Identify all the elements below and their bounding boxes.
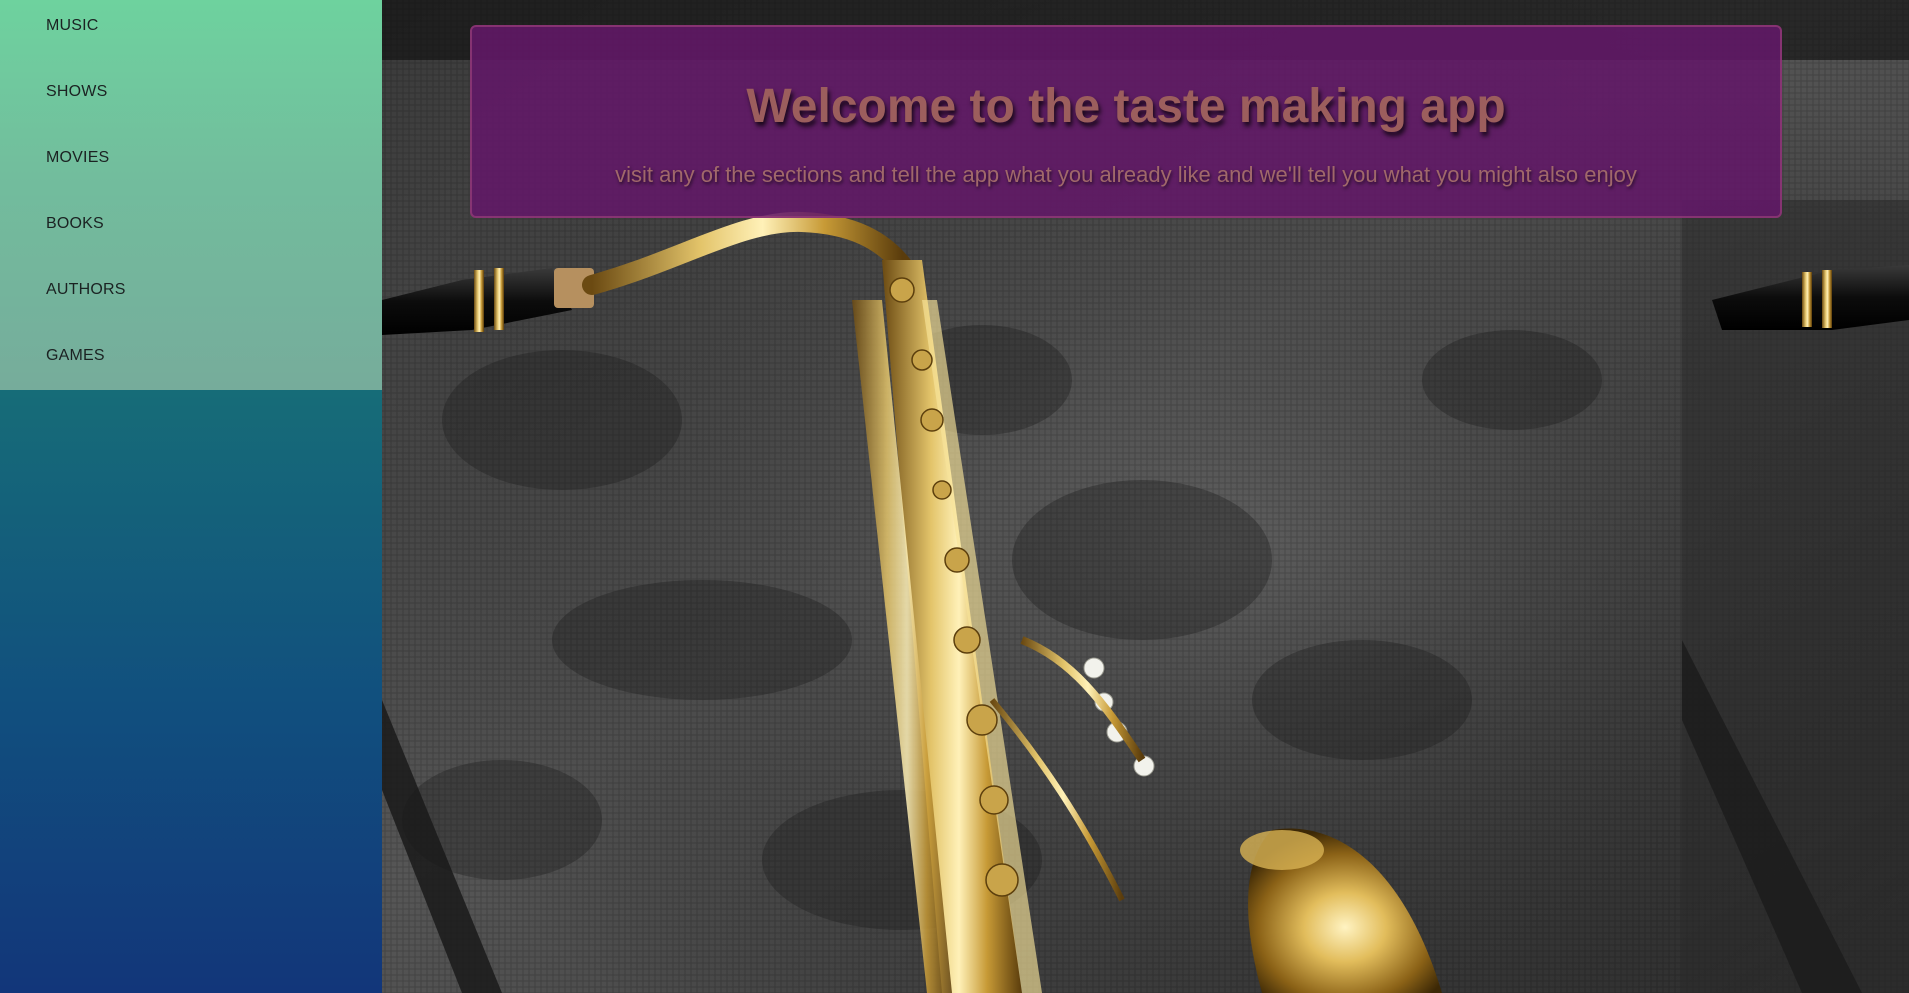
welcome-banner: Welcome to the taste making app visit an…	[470, 25, 1782, 218]
sidebar: MUSIC SHOWS MOVIES BOOKS AUTHORS GAMES	[0, 0, 382, 993]
sidebar-item-movies[interactable]: MOVIES	[46, 146, 109, 170]
sidebar-item-books[interactable]: BOOKS	[46, 212, 104, 236]
sidebar-item-games[interactable]: GAMES	[46, 344, 105, 368]
sidebar-item-authors[interactable]: AUTHORS	[46, 278, 126, 302]
welcome-title: Welcome to the taste making app	[746, 80, 1506, 133]
sidebar-item-music[interactable]: MUSIC	[46, 14, 99, 38]
sidebar-item-shows[interactable]: SHOWS	[46, 80, 107, 104]
app-root: MUSIC SHOWS MOVIES BOOKS AUTHORS GAMES W…	[0, 0, 1909, 993]
main-content: Welcome to the taste making app visit an…	[382, 0, 1909, 993]
welcome-subtitle: visit any of the sections and tell the a…	[615, 162, 1637, 187]
sidebar-nav: MUSIC SHOWS MOVIES BOOKS AUTHORS GAMES	[0, 0, 382, 390]
